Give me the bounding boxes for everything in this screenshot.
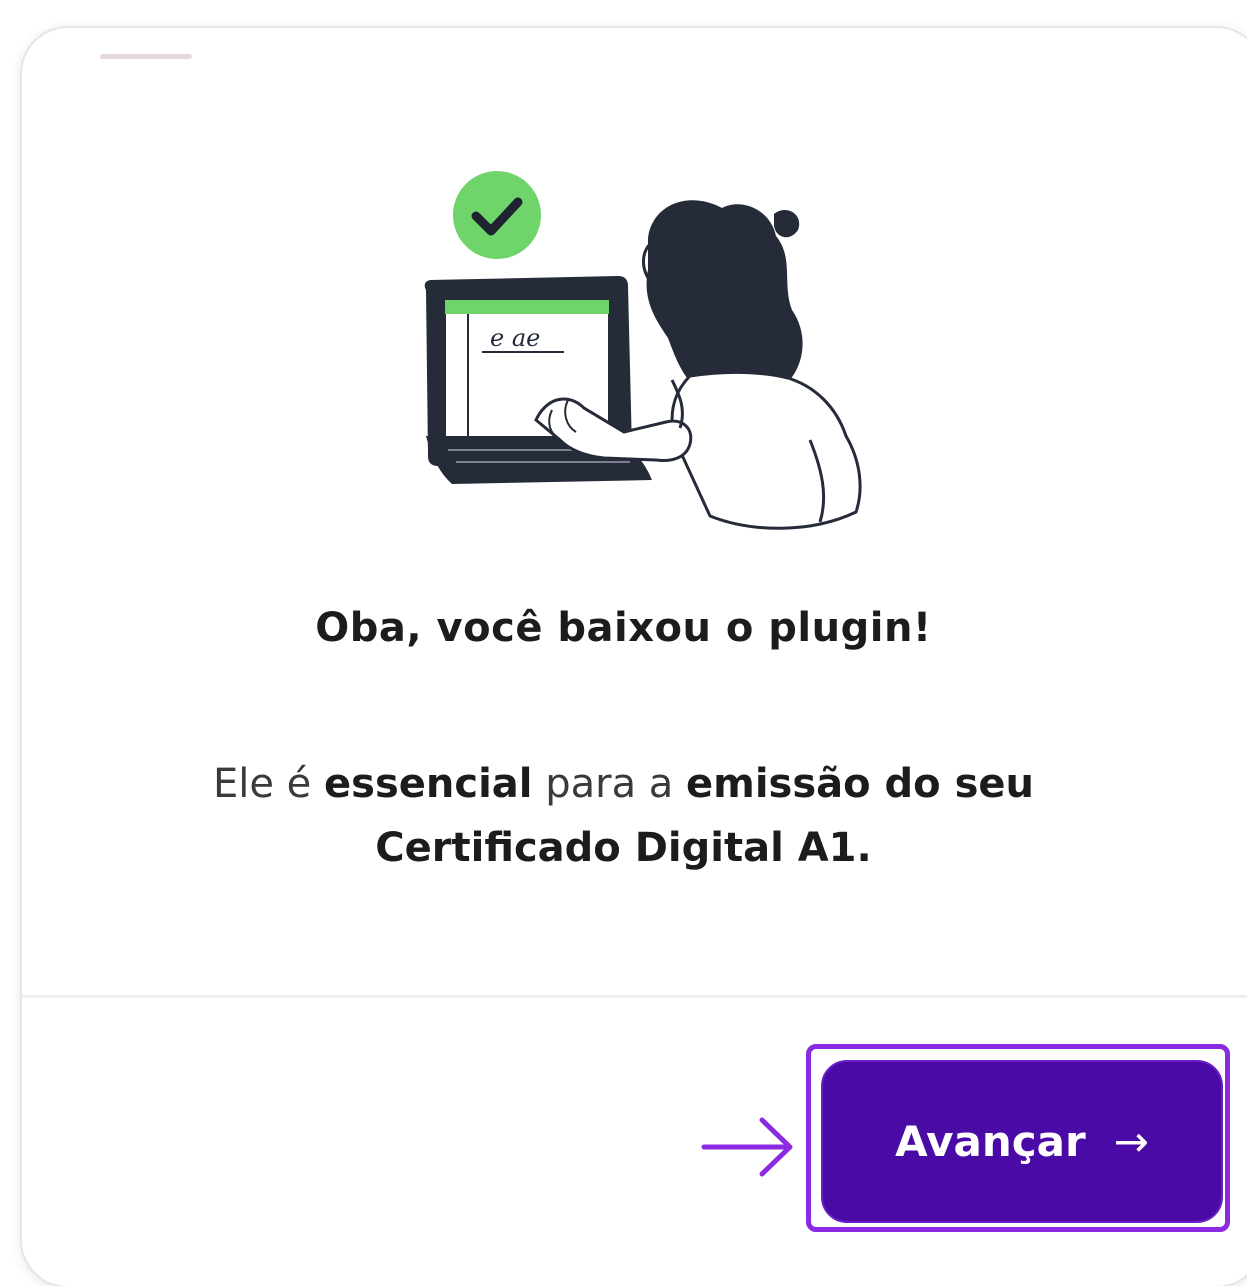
desc-text-2: para a	[532, 761, 687, 807]
description-line-2: Certificado Digital A1.	[0, 816, 1247, 880]
next-button-label: Avançar	[895, 1117, 1086, 1166]
decorative-bar	[100, 54, 192, 59]
desc-bold-emission: emissão do seu	[686, 761, 1035, 807]
desc-bold-essential: essencial	[324, 761, 533, 807]
arrow-right-icon: →	[1113, 1117, 1149, 1166]
screen-signature: e ae	[490, 324, 540, 352]
dialog-description: Ele é essencial para a emissão do seu Ce…	[0, 752, 1247, 880]
desc-text-1: Ele é	[212, 761, 325, 807]
description-line-1: Ele é essencial para a emissão do seu	[0, 752, 1247, 816]
person-laptop-illustration: e ae	[424, 171, 862, 530]
next-button[interactable]: Avançar →	[821, 1060, 1223, 1223]
dialog-title: Oba, você baixou o plugin!	[315, 605, 932, 651]
footer-divider	[22, 995, 1247, 998]
pointer-arrow-icon	[701, 1117, 793, 1177]
check-badge	[453, 171, 541, 259]
desc-bold-certificate: Certificado Digital A1.	[375, 825, 872, 871]
